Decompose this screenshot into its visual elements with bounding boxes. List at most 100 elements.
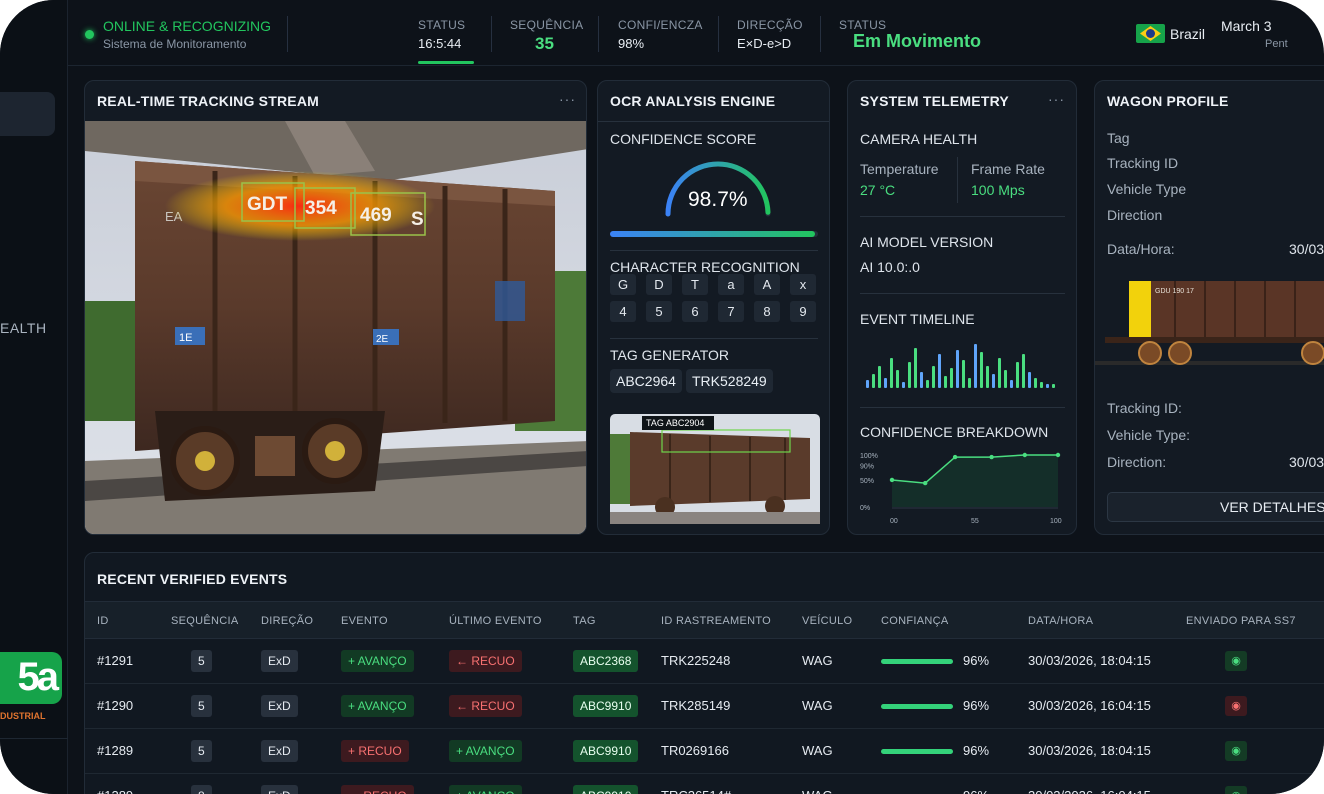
sent-ok-eye-icon[interactable]: ◉ [1225,786,1247,794]
cell-last-event-badge: + AVANÇO [449,740,522,762]
profile-field-direction: Direction [1107,207,1163,223]
profile-field-tracking-id: Tracking ID [1107,155,1179,171]
motion-status-label[interactable]: STATUS [839,18,886,32]
card-divider [957,157,958,203]
confidence-point [889,477,895,483]
confidence-label[interactable]: CONFI/ENCZA [618,18,703,32]
company-logo: 5a [0,652,62,704]
column-header-datetime[interactable]: DATA/HORA [1028,615,1093,627]
y-tick-label: 90% [860,463,874,470]
cell-vehicle: WAG [802,788,833,794]
confidence-breakdown-label: CONFIDENCE BREAKDOWN [860,424,1049,440]
timeline-bar [890,358,893,388]
profile-direction-value: 30/03 [1289,454,1324,470]
column-header-direction[interactable]: DIREÇÃO [261,615,313,627]
column-header-last-event[interactable]: ÚLTIMO EVENTO [449,615,542,627]
confidence-value: 98% [618,36,645,51]
more-options-icon[interactable]: ··· [1048,91,1065,107]
cell-sequence: 8 [191,785,212,794]
temperature-value: 27 °C [860,182,896,198]
card-divider [860,216,1065,217]
table-row[interactable]: #1289 8 ExD ← RECUO + AVANÇO ABC9910 TRC26514#… [85,774,1324,794]
sidebar: EALTH 5a DUSTRIAL [0,0,68,794]
sequence-label[interactable]: SEQUÊNCIA [510,18,583,32]
timeline-bar [998,358,1001,388]
sidebar-item-health-label[interactable]: EALTH [0,320,47,336]
wagon-mark-2e: 2E [376,334,389,345]
wagon-illustration-label: GDU 190 17 [1155,288,1194,295]
column-header-sequence[interactable]: SEQUÊNCIA [171,615,239,627]
generated-tracking-chip[interactable]: TRK528249 [686,369,773,393]
timeline-bar [1010,380,1013,388]
camera-feed-image[interactable]: EA 1E 2E GDT 354 469 S [85,121,587,535]
timeline-bar [920,372,923,388]
recognized-char-chip: 9 [790,301,816,322]
recognized-char-chip: D [646,274,672,295]
recognized-char-chip: A [754,274,780,295]
timeline-bar [974,344,977,388]
cell-id: #1289 [97,788,133,794]
confidence-point [923,480,928,486]
timeline-bar [902,382,905,388]
column-header-id[interactable]: ID [97,615,109,627]
sent-ok-eye-icon[interactable]: ◉ [1225,741,1247,761]
table-row[interactable]: #1289 5 ExD + RECUO + AVANÇO ABC9910 TR0269166… [85,729,1324,774]
direction-label[interactable]: DIRECÇÃO [737,18,803,32]
view-details-button[interactable]: VER DETALHES [1107,492,1324,522]
plate-char-group-3: 469 [360,205,392,226]
cell-tag: ABC9910 [573,740,639,762]
header-divider [287,16,288,52]
brazil-flag-icon [1136,24,1165,43]
column-header-vehicle[interactable]: VEÍCULO [802,615,852,627]
country-label[interactable]: Brazil [1170,26,1205,42]
cell-vehicle: WAG [802,743,833,758]
header-divider [491,16,492,52]
table-row[interactable]: #1291 5 ExD + AVANÇO ← RECUO ABC2368 TRK225248… [85,639,1324,684]
header-divider [820,16,821,52]
profile-tracking-label: Tracking ID: [1107,400,1182,416]
plate-char-group-2: 354 [305,198,337,219]
sidebar-active-item[interactable] [0,92,55,136]
cell-sequence: 5 [191,650,212,672]
column-header-tracking-id[interactable]: ID RASTREAMENTO [661,615,771,627]
recent-events-title: RECENT VERIFIED EVENTS [97,571,288,587]
cell-tracking-id: TRK285149 [661,698,731,713]
timeline-bar [968,378,971,388]
more-options-icon[interactable]: ··· [559,91,576,107]
sidebar-divider [0,738,68,739]
y-tick-label: 50% [860,478,874,485]
column-header-confidence[interactable]: CONFIANÇA [881,615,948,627]
recent-events-card: RECENT VERIFIED EVENTS ID SEQUÊNCIA DIRE… [84,552,1324,794]
ocr-thumbnail-image[interactable]: TAG ABC2904 [610,414,820,524]
timeline-bar [992,374,995,388]
sent-failed-eye-icon[interactable]: ◉ [1225,696,1247,716]
column-header-sent-ss7[interactable]: ENVIADO PARA SS7 [1186,615,1296,627]
ocr-engine-card: OCR ANALYSIS ENGINE CONFIDENCE SCORE 98.… [597,80,830,535]
camera-health-label: CAMERA HEALTH [860,131,978,147]
card-divider [598,121,829,122]
cell-tag: ABC9910 [573,695,639,717]
timeline-bar [908,362,911,388]
sent-ok-eye-icon[interactable]: ◉ [1225,651,1247,671]
column-header-event[interactable]: EVENTO [341,615,388,627]
confidence-point [1055,452,1061,458]
system-subtitle: Sistema de Monitoramento [103,37,247,51]
status-time-label[interactable]: STATUS [418,18,465,32]
wagon-side-illustration: GDU 190 17 [1095,281,1324,365]
generated-tag-chip[interactable]: ABC2964 [610,369,682,393]
thumbnail-tag-label: TAG ABC2904 [646,418,704,428]
active-tab-indicator [418,61,474,64]
timeline-bar [962,360,965,388]
profile-vehicle-label: Vehicle Type: [1107,427,1191,443]
x-tick-label: 55 [971,518,979,525]
tracking-stream-card: REAL-TIME TRACKING STREAM ··· EA [84,80,587,535]
cell-datetime: 30/03/2026, 18:04:15 [1028,743,1151,758]
x-tick-label: 00 [890,518,898,525]
confidence-point [1022,452,1027,458]
table-row[interactable]: #1290 5 ExD + AVANÇO ← RECUO ABC9910 TRK285149… [85,684,1324,729]
cell-id: #1289 [97,743,134,758]
direction-value: E×D-e>D [737,36,792,51]
column-header-tag[interactable]: TAG [573,615,596,627]
timeline-bar [1022,354,1025,388]
cell-datetime: 30/03/2026, 18:04:15 [1028,653,1151,668]
